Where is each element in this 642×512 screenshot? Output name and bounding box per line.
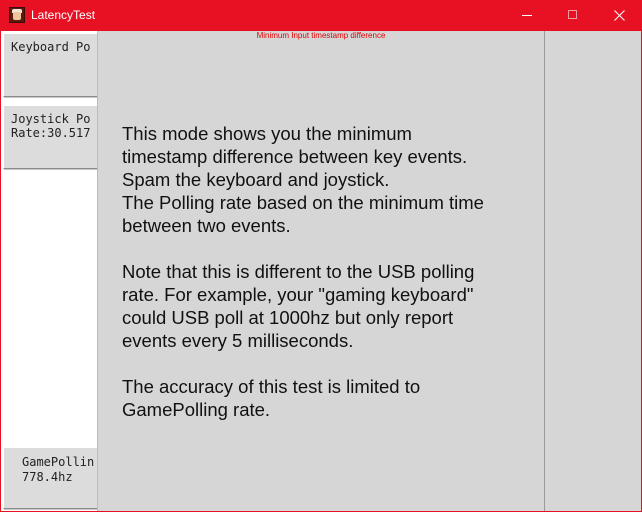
window-title: LatencyTest	[31, 8, 96, 22]
maximize-icon	[568, 10, 577, 19]
joystick-polling-button[interactable]: Joystick Po Rate:30.517	[3, 105, 101, 169]
keyboard-polling-button[interactable]: Keyboard Po	[3, 33, 101, 97]
close-button[interactable]	[596, 0, 642, 31]
joystick-polling-label: Joystick Po	[11, 112, 91, 126]
gamepolling-button[interactable]: GamePollin 778.4hz	[3, 447, 101, 509]
mode-description: This mode shows you the minimum timestam…	[122, 123, 484, 420]
gamepolling-rate: 778.4hz	[22, 470, 73, 484]
gamepolling-label: GamePollin	[22, 455, 95, 469]
app-icon	[9, 7, 25, 23]
panel-title: Minimum Input timestamp difference	[256, 31, 386, 40]
title-bar[interactable]: LatencyTest	[0, 0, 642, 31]
description-panel: Minimum Input timestamp difference This …	[97, 31, 545, 511]
joystick-polling-rate: Rate:30.517	[11, 126, 91, 140]
maximize-button[interactable]	[550, 0, 596, 31]
keyboard-polling-label: Keyboard Po	[11, 40, 91, 54]
minimize-icon	[522, 15, 532, 16]
close-icon	[614, 10, 625, 21]
minimize-button[interactable]	[504, 0, 550, 31]
client-area: Keyboard Po Joystick Po Rate:30.517 Game…	[1, 31, 641, 511]
right-panel	[545, 31, 641, 511]
